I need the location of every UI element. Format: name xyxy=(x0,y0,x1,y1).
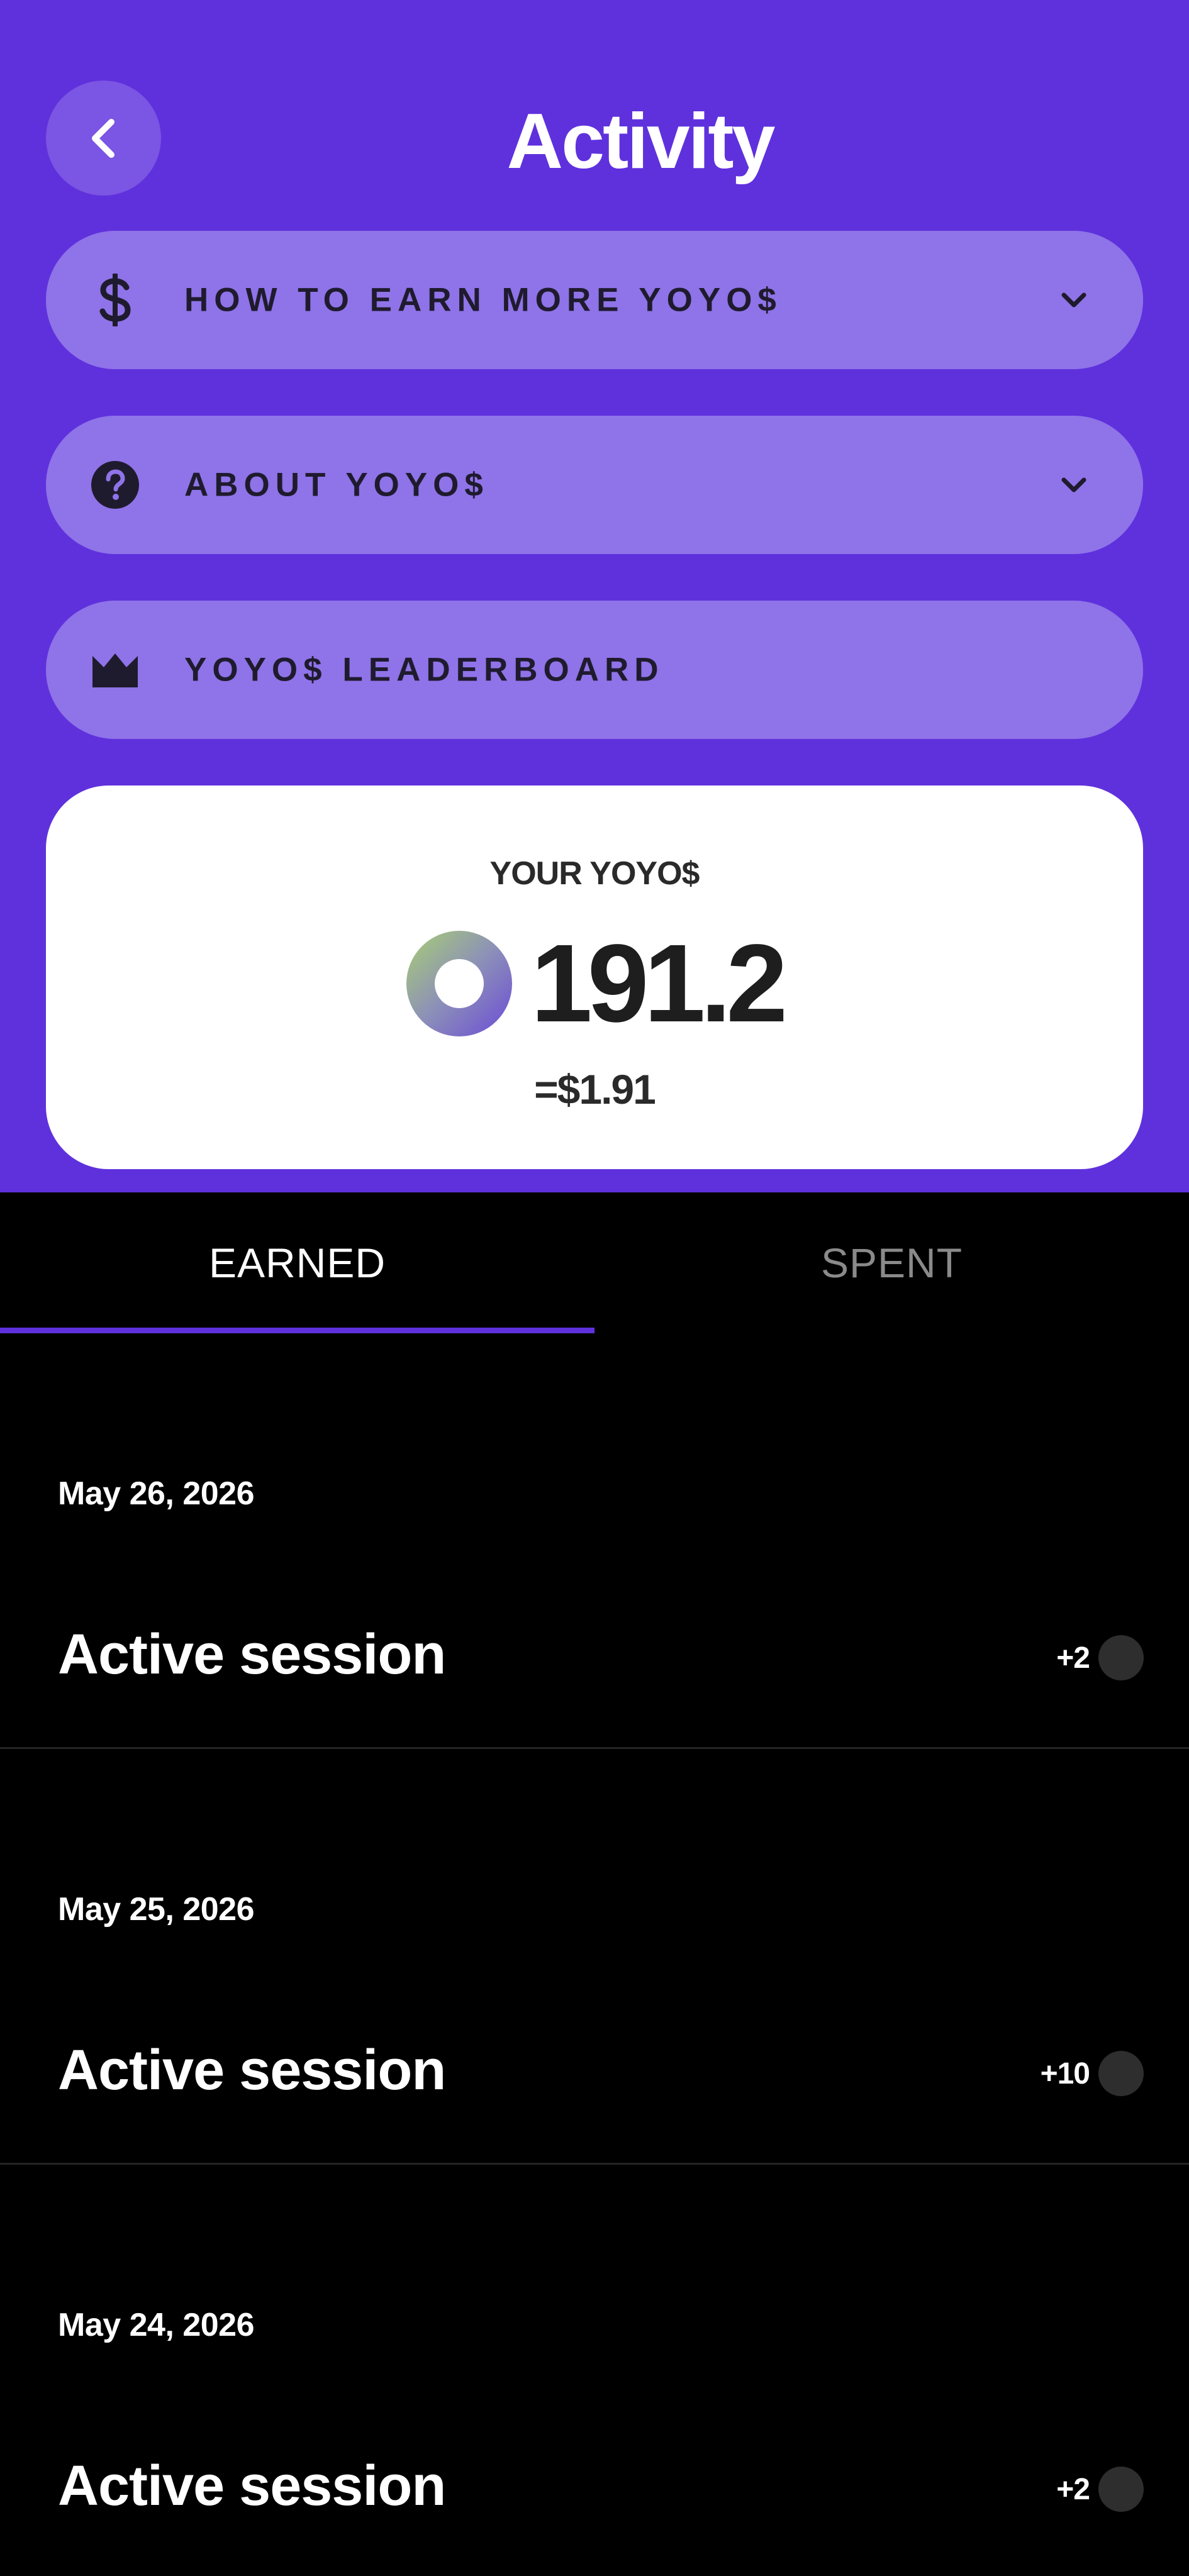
pill-label: ABOUT YOYO$ xyxy=(184,466,489,504)
page-title: Activity xyxy=(506,98,776,185)
entry-title: Active session xyxy=(58,2455,446,2518)
entry-date: May 26, 2026 xyxy=(58,1475,255,1512)
entry-date: May 24, 2026 xyxy=(58,2307,255,2343)
entry-date: May 25, 2026 xyxy=(58,1891,255,1928)
coin-icon xyxy=(1098,2051,1144,2096)
balance-label: YOUR YOYO$ xyxy=(489,855,700,892)
about-yoyo-button[interactable]: ABOUT YOYO$ xyxy=(46,416,1143,554)
coin-icon xyxy=(1098,1635,1144,1680)
tab-label: EARNED xyxy=(208,1240,386,1286)
balance-card: YOUR YOYO$ 191.2 =$1.91 xyxy=(46,786,1143,1169)
entry-amount: +2 xyxy=(1056,2467,1144,2512)
balance-row: 191.2 xyxy=(46,921,1143,1046)
chevron-down-icon xyxy=(1060,476,1088,494)
question-circle-icon xyxy=(91,460,140,509)
crown-icon xyxy=(91,651,139,689)
how-to-earn-more-button[interactable]: HOW TO EARN MORE YOYO$ xyxy=(46,231,1143,369)
balance-usd-value: =$1.91 xyxy=(534,1066,656,1113)
active-tab-indicator xyxy=(0,1328,594,1333)
dollar-icon xyxy=(96,274,134,326)
list-item[interactable]: May 25, 2026 Active session +10 xyxy=(0,1749,1189,2165)
pill-label: HOW TO EARN MORE YOYO$ xyxy=(184,281,782,319)
chevron-down-icon xyxy=(1060,291,1088,309)
tab-bar: EARNED SPENT xyxy=(0,1192,1189,1333)
list-item[interactable]: May 24, 2026 Active session +2 xyxy=(0,2165,1189,2576)
entry-title: Active session xyxy=(58,2039,446,2102)
list-item[interactable]: May 26, 2026 Active session +2 xyxy=(0,1333,1189,1749)
pill-label: YOYO$ LEADERBOARD xyxy=(184,651,664,689)
tab-earned[interactable]: EARNED xyxy=(0,1192,594,1333)
leaderboard-button[interactable]: YOYO$ LEADERBOARD xyxy=(46,601,1143,739)
tab-label: SPENT xyxy=(820,1240,963,1286)
amount-value: +2 xyxy=(1056,2472,1090,2506)
balance-value: 191.2 xyxy=(530,922,788,1045)
header-section: Activity HOW TO EARN MORE YOYO$ ABOUT YO… xyxy=(0,0,1189,1192)
amount-value: +10 xyxy=(1040,2057,1090,2090)
entry-amount: +10 xyxy=(1041,2051,1144,2096)
tab-spent[interactable]: SPENT xyxy=(594,1192,1189,1333)
yoyo-coin-icon xyxy=(406,931,512,1036)
amount-value: +2 xyxy=(1056,1641,1090,1675)
coin-icon xyxy=(1098,2467,1144,2512)
entry-amount: +2 xyxy=(1056,1635,1144,1680)
activity-screen: Activity HOW TO EARN MORE YOYO$ ABOUT YO… xyxy=(0,0,1189,2576)
activity-list: May 26, 2026 Active session +2 May 25, 2… xyxy=(0,1333,1189,2576)
entry-title: Active session xyxy=(58,1623,446,1686)
